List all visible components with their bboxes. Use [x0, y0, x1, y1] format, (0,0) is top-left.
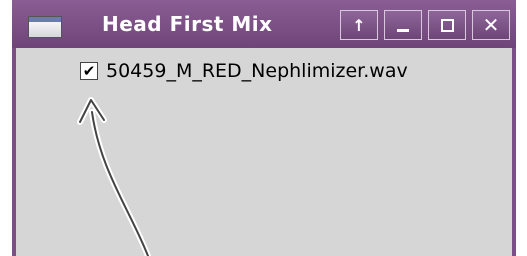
maximize-button[interactable]	[428, 10, 466, 40]
up-arrow-icon: ↑	[352, 15, 366, 35]
app-window-icon[interactable]	[28, 16, 62, 38]
window-content: ✔ 50459_M_RED_Nephlimizer.wav	[16, 48, 512, 256]
file-checkbox[interactable]: ✔	[80, 62, 98, 80]
app-window: Head First Mix ↑ ✕ ✔ 50459_M_RED_Nephlim…	[12, 0, 516, 256]
file-name-label: 50459_M_RED_Nephlimizer.wav	[106, 60, 408, 82]
raise-window-button[interactable]: ↑	[340, 10, 378, 40]
minimize-icon	[397, 28, 409, 32]
close-icon: ✕	[482, 13, 500, 37]
window-title: Head First Mix	[102, 12, 273, 36]
maximize-icon	[440, 18, 454, 32]
close-button[interactable]: ✕	[472, 10, 510, 40]
checkmark-icon: ✔	[82, 61, 96, 80]
minimize-button[interactable]	[384, 10, 422, 40]
title-bar[interactable]: Head First Mix ↑ ✕	[12, 0, 516, 48]
file-list-item[interactable]: ✔ 50459_M_RED_Nephlimizer.wav	[80, 60, 408, 82]
